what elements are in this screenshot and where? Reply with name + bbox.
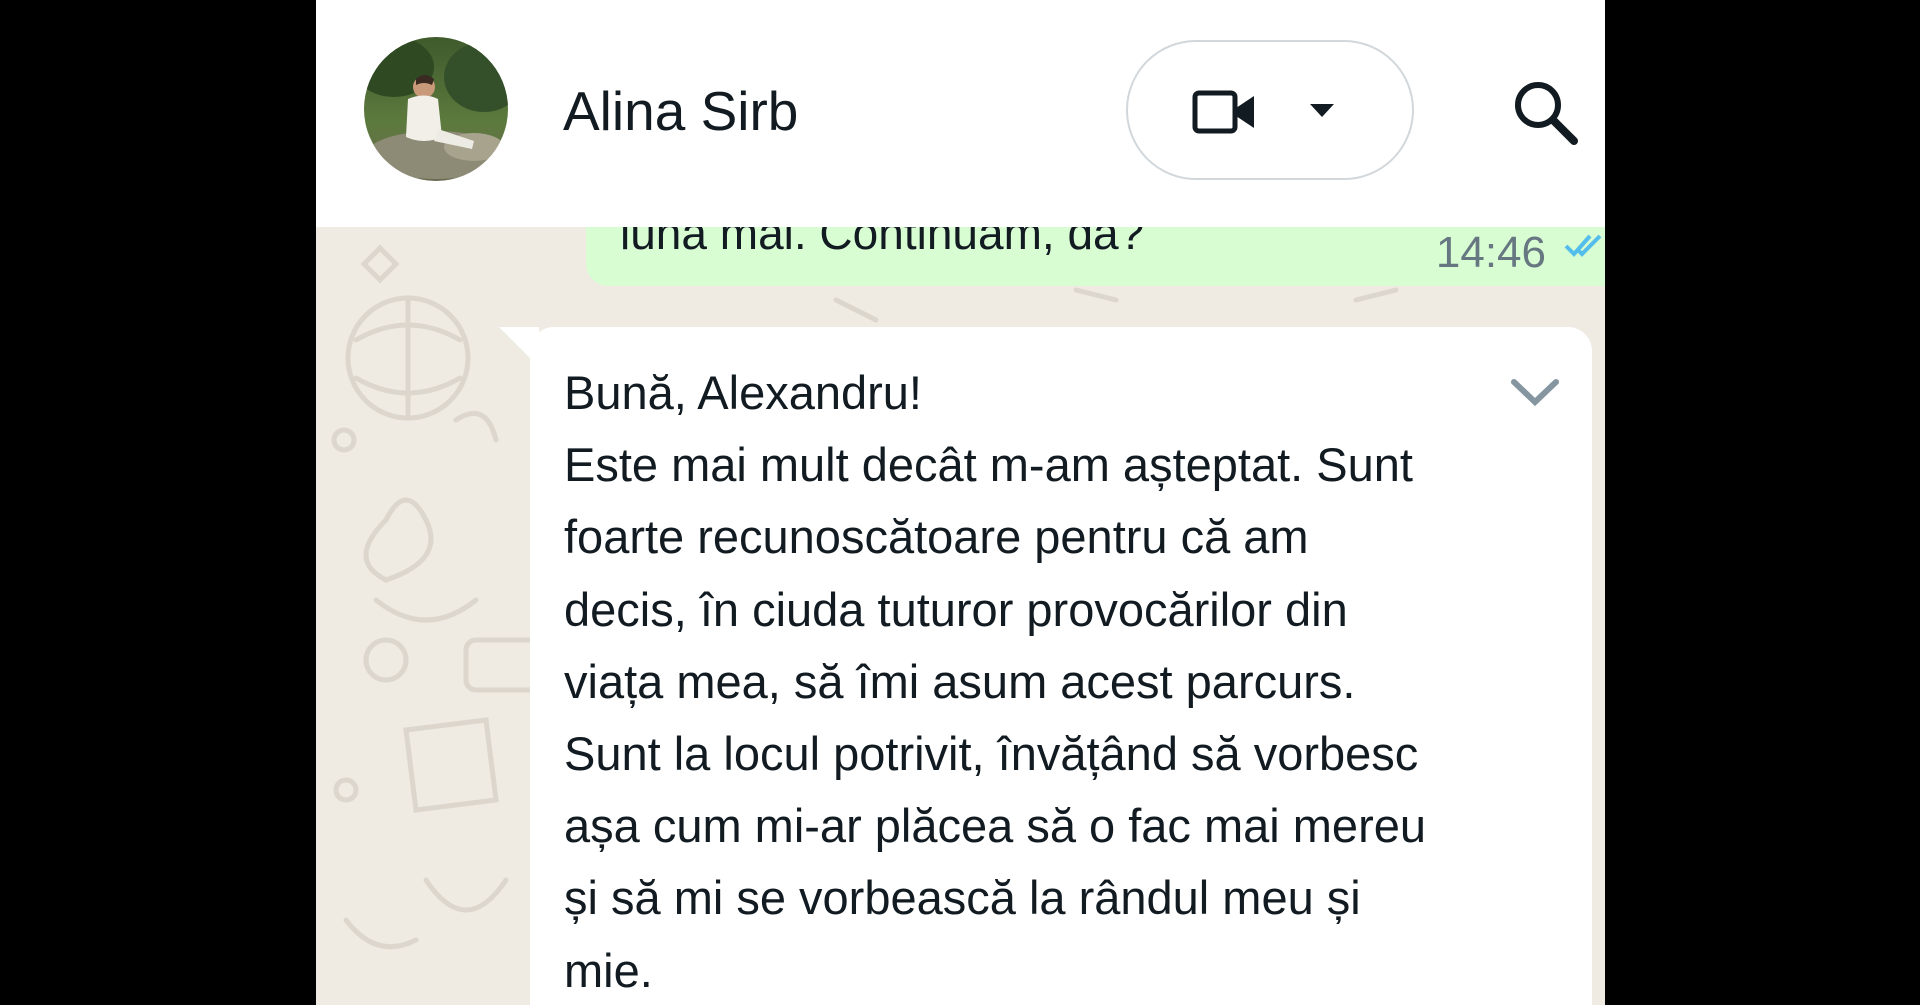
video-call-button[interactable] — [1126, 40, 1414, 180]
contact-name[interactable]: Alina Sirb — [563, 78, 798, 144]
message-line: Sunt la locul potrivit, învățând să vorb… — [564, 727, 1419, 781]
message-timestamp: 14:46 — [1435, 228, 1546, 277]
avatar-photo — [364, 37, 508, 181]
message-line: foarte recunoscătoare pentru că am — [564, 510, 1309, 564]
message-line: așa cum mi-ar plăcea să o fac mai mereu — [564, 799, 1426, 853]
incoming-message-bubble[interactable]: Bună, Alexandru! Este mai mult decât m-a… — [530, 327, 1592, 1005]
message-line: decis, în ciuda tuturor provocărilor din — [564, 582, 1348, 636]
caret-down-icon[interactable] — [1308, 102, 1336, 120]
chevron-down-icon[interactable] — [1510, 377, 1560, 407]
incoming-message-text: Bună, Alexandru! Este mai mult decât m-a… — [564, 357, 1564, 1005]
message-line: mie. — [564, 943, 653, 997]
video-camera-icon — [1192, 90, 1254, 134]
chat-header: Alina Sirb — [316, 0, 1605, 227]
message-line: Bună, Alexandru! — [564, 366, 922, 419]
message-line: și să mi se vorbească la rândul meu și — [564, 871, 1361, 925]
message-line: viața mea, să îmi asum acest parcurs. — [564, 654, 1356, 708]
double-check-icon — [1564, 234, 1602, 257]
message-line: Este mai mult decât m-am așteptat. Sunt — [564, 438, 1413, 492]
search-icon[interactable] — [1512, 79, 1580, 147]
chat-window: Alina Sirb luna mai. Continuăm, da? 14:4… — [316, 0, 1605, 1005]
contact-avatar[interactable] — [364, 37, 508, 181]
